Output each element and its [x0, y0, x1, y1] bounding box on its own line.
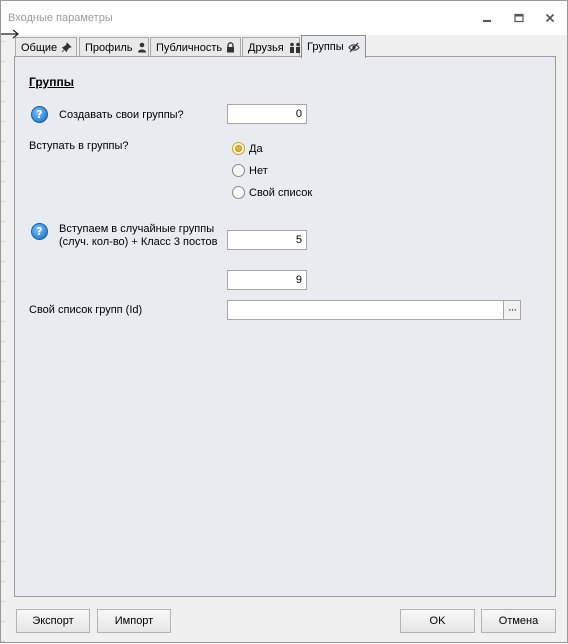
lock-icon: [226, 42, 235, 53]
radio-option-custom-list[interactable]: Свой список: [232, 186, 312, 199]
minimize-button[interactable]: [476, 10, 498, 26]
radio-option-yes[interactable]: Да: [232, 142, 263, 155]
tab-label: Публичность: [156, 41, 223, 54]
close-button[interactable]: [539, 10, 561, 26]
tab-label: Общие: [21, 41, 58, 54]
groups-panel: Группы ? Создавать свои группы? 0 Вступа…: [14, 56, 556, 597]
create-groups-input[interactable]: 0: [227, 104, 307, 124]
tab-label: Друзья: [248, 41, 284, 54]
pin-icon: [61, 42, 72, 53]
tab-strip: Общие Профиль Публичность Друзья Группы: [15, 35, 555, 58]
import-button[interactable]: Импорт: [97, 609, 171, 633]
random-groups-posts-input[interactable]: 9: [227, 270, 307, 290]
tab-profile[interactable]: Профиль: [79, 37, 149, 57]
radio-button[interactable]: [232, 164, 245, 177]
join-groups-label: Вступать в группы?: [29, 140, 129, 152]
user-icon: [137, 42, 147, 53]
tab-label: Профиль: [85, 41, 133, 54]
custom-list-label: Свой список групп (Id): [29, 304, 143, 316]
window-title: Входные параметры: [8, 12, 113, 24]
help-icon[interactable]: ?: [31, 106, 48, 123]
help-icon[interactable]: ?: [31, 223, 48, 240]
tab-label: Группы: [307, 41, 344, 53]
radio-option-no[interactable]: Нет: [232, 164, 268, 177]
restore-button[interactable]: [508, 10, 530, 26]
tab-groups[interactable]: Группы: [301, 35, 366, 58]
radio-label: Нет: [249, 164, 268, 177]
random-groups-count-input[interactable]: 5: [227, 230, 307, 250]
input-parameters-window: Входные параметры Общие Профиль Публично…: [0, 0, 568, 644]
ok-button[interactable]: OK: [400, 609, 475, 633]
radio-button[interactable]: [232, 142, 245, 155]
cancel-button[interactable]: Отмена: [481, 609, 556, 633]
tab-friends[interactable]: Друзья: [242, 37, 300, 57]
radio-button[interactable]: [232, 186, 245, 199]
tab-publicity[interactable]: Публичность: [150, 37, 241, 57]
eye-slash-icon: [348, 42, 360, 53]
radio-label: Да: [249, 142, 263, 155]
minimize-icon: [483, 20, 491, 22]
tab-general[interactable]: Общие: [15, 37, 77, 57]
create-groups-label: Создавать свои группы?: [59, 109, 184, 121]
restore-icon: [514, 13, 524, 23]
left-edge-strip: [1, 1, 5, 644]
random-groups-label: Вступаем в случайные группы (случ. кол-в…: [59, 223, 218, 248]
browse-button[interactable]: ···: [503, 300, 521, 320]
custom-list-input[interactable]: [227, 300, 505, 320]
title-bar: Входные параметры: [1, 1, 567, 35]
people-icon: [288, 42, 302, 53]
close-icon: [545, 13, 555, 23]
export-button[interactable]: Экспорт: [16, 609, 90, 633]
radio-label: Свой список: [249, 186, 313, 199]
section-title: Группы: [29, 75, 74, 89]
